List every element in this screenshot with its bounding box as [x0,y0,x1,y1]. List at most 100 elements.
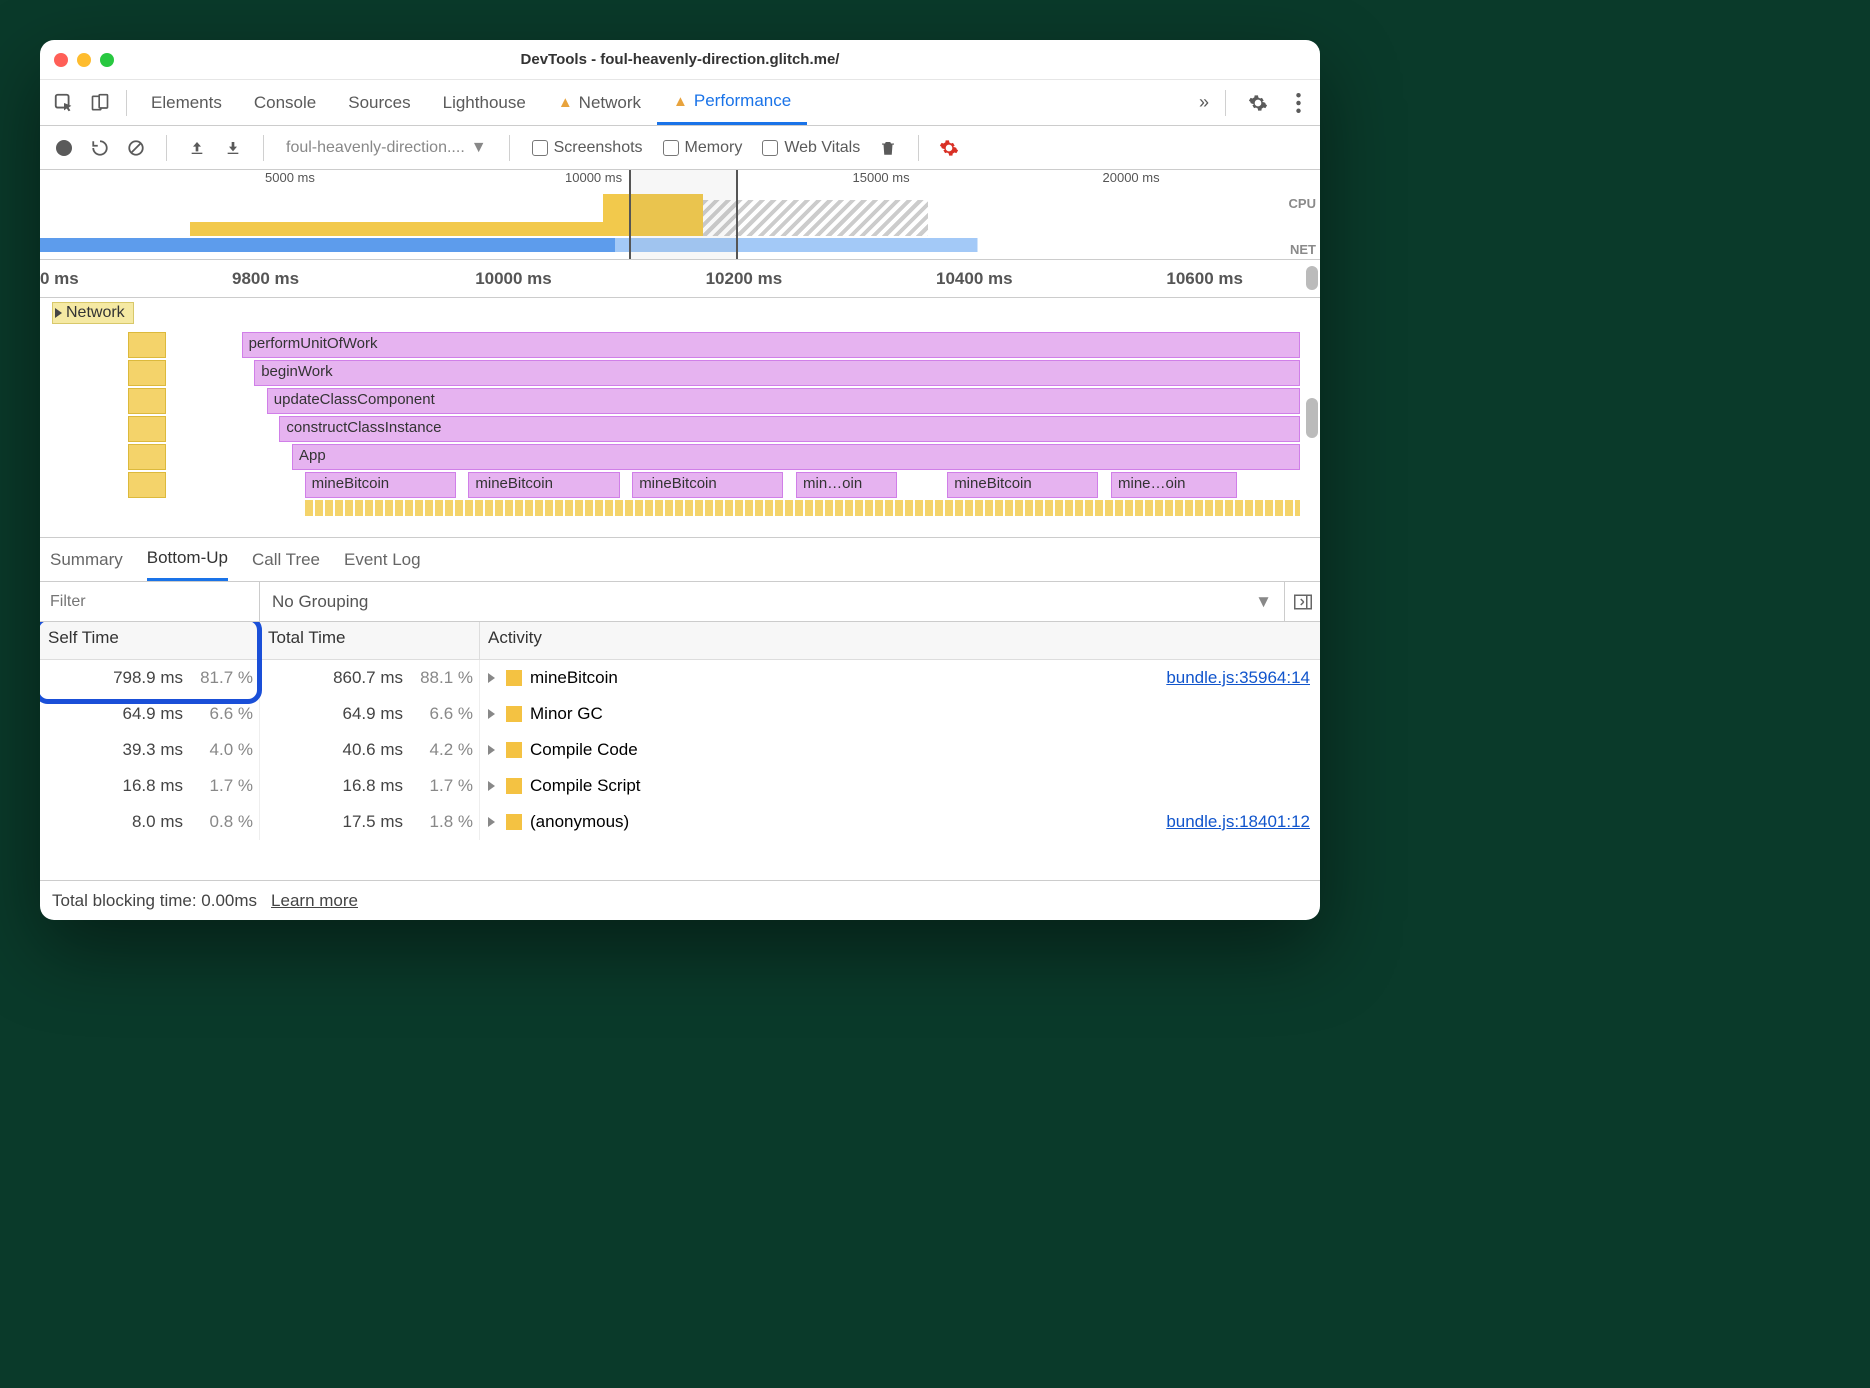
load-profile-icon[interactable] [183,134,211,162]
flame-frame[interactable] [128,416,166,442]
overview-tick: 10000 ms [565,170,622,185]
screenshots-checkbox[interactable]: Screenshots [526,139,649,157]
separator [918,135,919,161]
tab-performance[interactable]: ▲Performance [657,80,807,125]
status-bar: Total blocking time: 0.00ms Learn more [40,880,1320,920]
subtab-call-tree[interactable]: Call Tree [252,538,320,581]
learn-more-link[interactable]: Learn more [271,891,358,911]
network-track-header[interactable]: Network [52,302,134,324]
table-row[interactable]: 8.0 ms0.8 %17.5 ms1.8 %(anonymous)bundle… [40,804,1320,840]
table-row[interactable]: 39.3 ms4.0 %40.6 ms4.2 %Compile Code [40,732,1320,768]
ruler-tick: 9800 ms [232,269,299,289]
subtab-bottom-up[interactable]: Bottom-Up [147,538,228,581]
column-header-self-time[interactable]: Self Time [40,622,260,659]
vertical-scrollbar[interactable] [1306,266,1318,290]
vertical-scrollbar[interactable] [1306,398,1318,438]
filter-row: No Grouping ▼ [40,582,1320,622]
expand-icon[interactable] [488,817,498,827]
flame-frame[interactable]: mineBitcoin [632,472,783,498]
subtab-summary[interactable]: Summary [50,538,123,581]
activity-name: Minor GC [530,704,603,724]
devtools-window: DevTools - foul-heavenly-direction.glitc… [40,40,1320,920]
flame-frame[interactable] [128,472,166,498]
flame-frame[interactable]: performUnitOfWork [242,332,1300,358]
flame-frame[interactable]: mineBitcoin [305,472,456,498]
ruler-tick: 10000 ms [475,269,552,289]
category-swatch [506,814,522,830]
inspect-element-icon[interactable] [46,85,82,121]
column-header-activity[interactable]: Activity [480,622,1320,659]
chevron-down-icon: ▼ [1255,592,1272,612]
overview-strip[interactable]: 5000 ms 10000 ms 15000 ms 20000 ms CPU N… [40,170,1320,260]
overview-tick: 20000 ms [1103,170,1160,185]
table-row[interactable]: 798.9 ms81.7 %860.7 ms88.1 %mineBitcoinb… [40,660,1320,696]
ruler-tick: 10400 ms [936,269,1013,289]
column-header-total-time[interactable]: Total Time [260,622,480,659]
flame-frame[interactable]: mineBitcoin [468,472,619,498]
window-title: DevTools - foul-heavenly-direction.glitc… [40,51,1320,68]
flame-frame[interactable]: updateClassComponent [267,388,1300,414]
web-vitals-checkbox[interactable]: Web Vitals [756,139,866,157]
subtab-event-log[interactable]: Event Log [344,538,421,581]
flame-frame[interactable] [128,388,166,414]
tab-console[interactable]: Console [238,80,332,125]
minimize-window-button[interactable] [77,53,91,67]
overview-tick: 15000 ms [853,170,910,185]
expand-icon[interactable] [488,781,498,791]
separator [166,135,167,161]
source-link[interactable]: bundle.js:35964:14 [1166,668,1310,688]
table-row[interactable]: 64.9 ms6.6 %64.9 ms6.6 %Minor GC [40,696,1320,732]
trash-icon[interactable] [874,134,902,162]
source-link[interactable]: bundle.js:18401:12 [1166,812,1310,832]
category-swatch [506,778,522,794]
bottom-up-table: Self Time Total Time Activity 798.9 ms81… [40,622,1320,880]
tab-elements[interactable]: Elements [135,80,238,125]
flame-frame[interactable]: App [292,444,1300,470]
category-swatch [506,742,522,758]
ruler-tick: 10600 ms [1166,269,1243,289]
flame-frame[interactable]: min…oin [796,472,897,498]
filter-input[interactable] [40,582,260,621]
activity-name: mineBitcoin [530,668,618,688]
separator [126,90,127,116]
panel-tabstrip: ElementsConsoleSourcesLighthouse▲Network… [40,80,1320,126]
kebab-menu-icon[interactable] [1282,93,1314,113]
flame-frame[interactable] [128,332,166,358]
expand-icon[interactable] [488,673,498,683]
overview-net-label: NET [1290,242,1316,257]
flame-frame[interactable]: beginWork [254,360,1300,386]
flame-frame[interactable] [128,360,166,386]
tab-lighthouse[interactable]: Lighthouse [427,80,542,125]
grouping-select[interactable]: No Grouping ▼ [260,592,1284,612]
zoom-window-button[interactable] [100,53,114,67]
expand-icon[interactable] [488,709,498,719]
flame-microtasks [305,500,1300,516]
profile-select[interactable]: foul-heavenly-direction.... ▼ [280,139,493,157]
flame-frame[interactable]: constructClassInstance [279,416,1300,442]
table-row[interactable]: 16.8 ms1.7 %16.8 ms1.7 %Compile Script [40,768,1320,804]
save-profile-icon[interactable] [219,134,247,162]
tab-sources[interactable]: Sources [332,80,426,125]
activity-name: Compile Code [530,740,638,760]
overview-viewport-handle[interactable] [629,170,738,259]
toggle-sidebar-icon[interactable] [1284,582,1320,621]
clear-button[interactable] [122,134,150,162]
close-window-button[interactable] [54,53,68,67]
details-tabs: Summary Bottom-Up Call Tree Event Log [40,538,1320,582]
blocking-time-label: Total blocking time: 0.00ms [52,891,257,911]
flame-chart[interactable]: Network performUnitOfWorkbeginWorkupdate… [40,298,1320,538]
more-tabs-icon[interactable]: » [1199,92,1209,113]
memory-checkbox[interactable]: Memory [657,139,749,157]
capture-settings-icon[interactable] [935,134,963,162]
flame-frame[interactable]: mineBitcoin [947,472,1098,498]
flame-frame[interactable]: mine…oin [1111,472,1237,498]
reload-record-button[interactable] [86,134,114,162]
timeline-ruler[interactable]: 0 ms 9800 ms 10000 ms 10200 ms 10400 ms … [40,260,1320,298]
expand-icon[interactable] [488,745,498,755]
overview-cpu-label: CPU [1289,196,1316,211]
flame-frame[interactable] [128,444,166,470]
record-button[interactable] [50,134,78,162]
settings-icon[interactable] [1242,93,1274,113]
tab-network[interactable]: ▲Network [542,80,657,125]
device-toolbar-icon[interactable] [82,85,118,121]
